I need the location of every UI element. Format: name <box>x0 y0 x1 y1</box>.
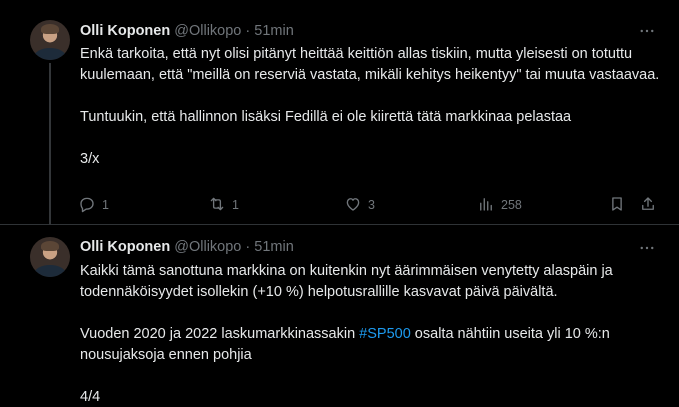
views-button[interactable]: 258 <box>477 194 522 216</box>
tweet-paragraph: 4/4 <box>80 389 101 405</box>
paragraph-text: Vuoden 2020 ja 2022 laskumarkkinassakin <box>80 326 360 342</box>
reply-count: 1 <box>102 198 109 212</box>
views-count: 258 <box>501 198 522 212</box>
tweet[interactable]: Olli Koponen @Ollikopo · 51min Kaikki tä… <box>0 225 679 407</box>
avatar[interactable] <box>30 237 70 277</box>
author-name[interactable]: Olli Koponen <box>80 239 170 255</box>
avatar-shoulders <box>34 48 66 60</box>
share-button[interactable] <box>639 194 657 216</box>
tweet-header: Olli Koponen @Ollikopo · 51min <box>80 237 294 257</box>
avatar-shoulders <box>34 265 66 277</box>
tweet-header: Olli Koponen @Ollikopo · 51min <box>80 21 294 41</box>
tweet-text: Enkä tarkoita, että nyt olisi pitänyt he… <box>80 44 665 170</box>
timeline: Olli Koponen @Ollikopo · 51min Enkä tark… <box>0 0 679 407</box>
retweet-count: 1 <box>232 198 239 212</box>
tweet-paragraph: Vuoden 2020 ja 2022 laskumarkkinassakin … <box>80 324 665 366</box>
like-icon <box>344 195 362 216</box>
thread-line <box>49 63 51 225</box>
retweet-icon <box>208 195 226 216</box>
author-handle[interactable]: @Ollikopo <box>174 23 241 39</box>
like-button[interactable]: 3 <box>344 194 375 216</box>
more-dots-icon[interactable] <box>637 21 657 41</box>
timestamp[interactable]: 51min <box>254 239 294 255</box>
more-dots-icon[interactable] <box>637 238 657 258</box>
hashtag-link[interactable]: #SP500 <box>359 326 411 342</box>
tweet-paragraph: Enkä tarkoita, että nyt olisi pitänyt he… <box>80 46 660 83</box>
tweet-paragraph: 3/x <box>80 151 100 167</box>
author-name[interactable]: Olli Koponen <box>80 23 170 39</box>
timestamp[interactable]: 51min <box>254 23 294 39</box>
avatar-hair <box>41 241 59 251</box>
reply-button[interactable]: 1 <box>78 194 109 216</box>
reply-icon <box>78 195 96 216</box>
tweet-text: Kaikki tämä sanottuna markkina on kuiten… <box>80 261 665 407</box>
separator-dot: · <box>245 23 251 39</box>
tweet-paragraph: Tuntuukin, että hallinnon lisäksi Fedill… <box>80 109 572 125</box>
avatar-hair <box>41 24 59 34</box>
bookmark-button[interactable] <box>608 194 626 216</box>
retweet-button[interactable]: 1 <box>208 194 239 216</box>
bookmark-icon <box>608 195 626 216</box>
tweet[interactable]: Olli Koponen @Ollikopo · 51min Enkä tark… <box>0 0 679 225</box>
author-handle[interactable]: @Ollikopo <box>174 239 241 255</box>
separator-dot: · <box>245 239 251 255</box>
views-icon <box>477 195 495 216</box>
avatar[interactable] <box>30 20 70 60</box>
share-icon <box>639 195 657 216</box>
tweet-actions: 1 1 3 258 <box>78 194 663 216</box>
tweet-paragraph: Kaikki tämä sanottuna markkina on kuiten… <box>80 263 613 300</box>
like-count: 3 <box>368 198 375 212</box>
